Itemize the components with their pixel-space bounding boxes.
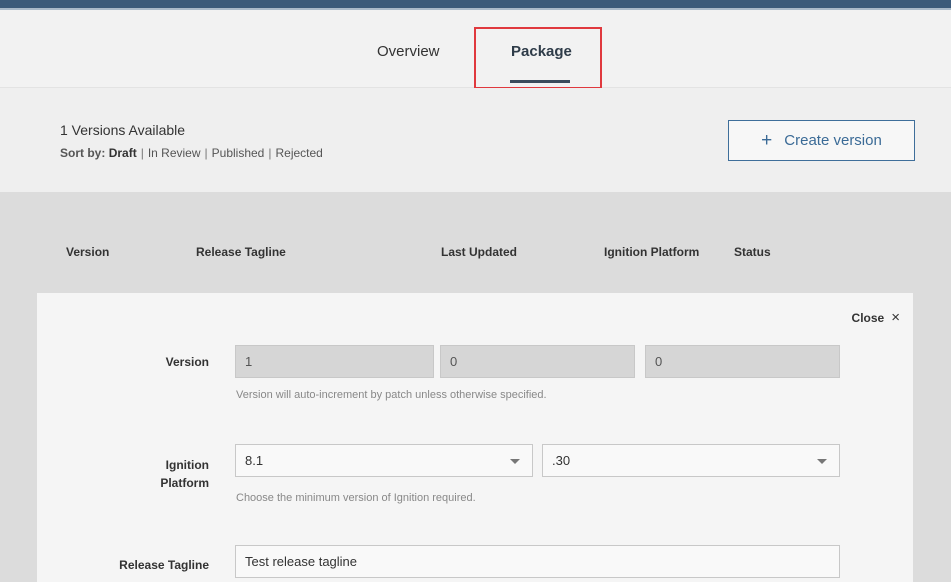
platform-minor-value: .30 xyxy=(552,453,571,468)
chevron-down-icon xyxy=(510,459,520,464)
separator: | xyxy=(140,146,144,160)
sort-bar: Sort by: Draft | In Review | Published | Rejec… xyxy=(60,146,323,160)
top-bar xyxy=(0,0,951,10)
sort-label: Sort by: xyxy=(60,146,106,160)
tab-bar: Overview Package xyxy=(0,10,951,89)
chevron-down-icon xyxy=(817,459,827,464)
platform-label-line-1: Ignition xyxy=(165,458,209,472)
separator: | xyxy=(204,146,208,160)
create-version-button[interactable]: + Create version xyxy=(728,120,915,161)
versions-table: Version Release Tagline Last Updated Ign… xyxy=(0,192,951,582)
column-header-version[interactable]: Version xyxy=(66,245,109,259)
column-header-status[interactable]: Status xyxy=(734,245,771,259)
version-label: Version xyxy=(165,355,209,369)
platform-label: Ignition Platform xyxy=(137,456,209,492)
create-version-label: Create version xyxy=(784,132,882,149)
tab-highlight-box xyxy=(474,27,602,89)
version-hint: Version will auto-increment by patch unl… xyxy=(236,389,547,401)
versions-count: 1 Versions Available xyxy=(60,122,186,138)
platform-hint: Choose the minimum version of Ignition r… xyxy=(236,492,476,504)
platform-minor-select[interactable]: .30 xyxy=(542,444,840,477)
column-header-ignition-platform[interactable]: Ignition Platform xyxy=(604,245,699,259)
tab-overview[interactable]: Overview xyxy=(377,43,440,60)
platform-major-value: 8.1 xyxy=(245,453,264,468)
column-header-last-updated[interactable]: Last Updated xyxy=(441,245,517,259)
sort-option-rejected[interactable]: Rejected xyxy=(275,146,322,160)
close-icon: × xyxy=(891,309,900,326)
separator: | xyxy=(268,146,272,160)
sort-option-published[interactable]: Published xyxy=(212,146,265,160)
sort-option-in-review[interactable]: In Review xyxy=(148,146,201,160)
version-edit-panel: Close × Version 1 0 0 Version will auto-… xyxy=(37,293,913,582)
column-header-release-tagline[interactable]: Release Tagline xyxy=(196,245,286,259)
versions-header: 1 Versions Available Sort by: Draft | In R… xyxy=(0,88,951,192)
sort-option-draft[interactable]: Draft xyxy=(109,146,137,160)
tagline-label: Release Tagline xyxy=(119,558,209,572)
platform-label-line-2: Platform xyxy=(160,476,209,490)
close-button[interactable]: Close × xyxy=(852,309,900,326)
plus-icon: + xyxy=(761,130,773,151)
release-tagline-input[interactable]: Test release tagline xyxy=(235,545,840,578)
platform-major-select[interactable]: 8.1 xyxy=(235,444,533,477)
version-patch-field[interactable]: 0 xyxy=(645,345,840,378)
close-label: Close xyxy=(851,310,885,325)
version-minor-field[interactable]: 0 xyxy=(440,345,635,378)
version-major-field[interactable]: 1 xyxy=(235,345,434,378)
